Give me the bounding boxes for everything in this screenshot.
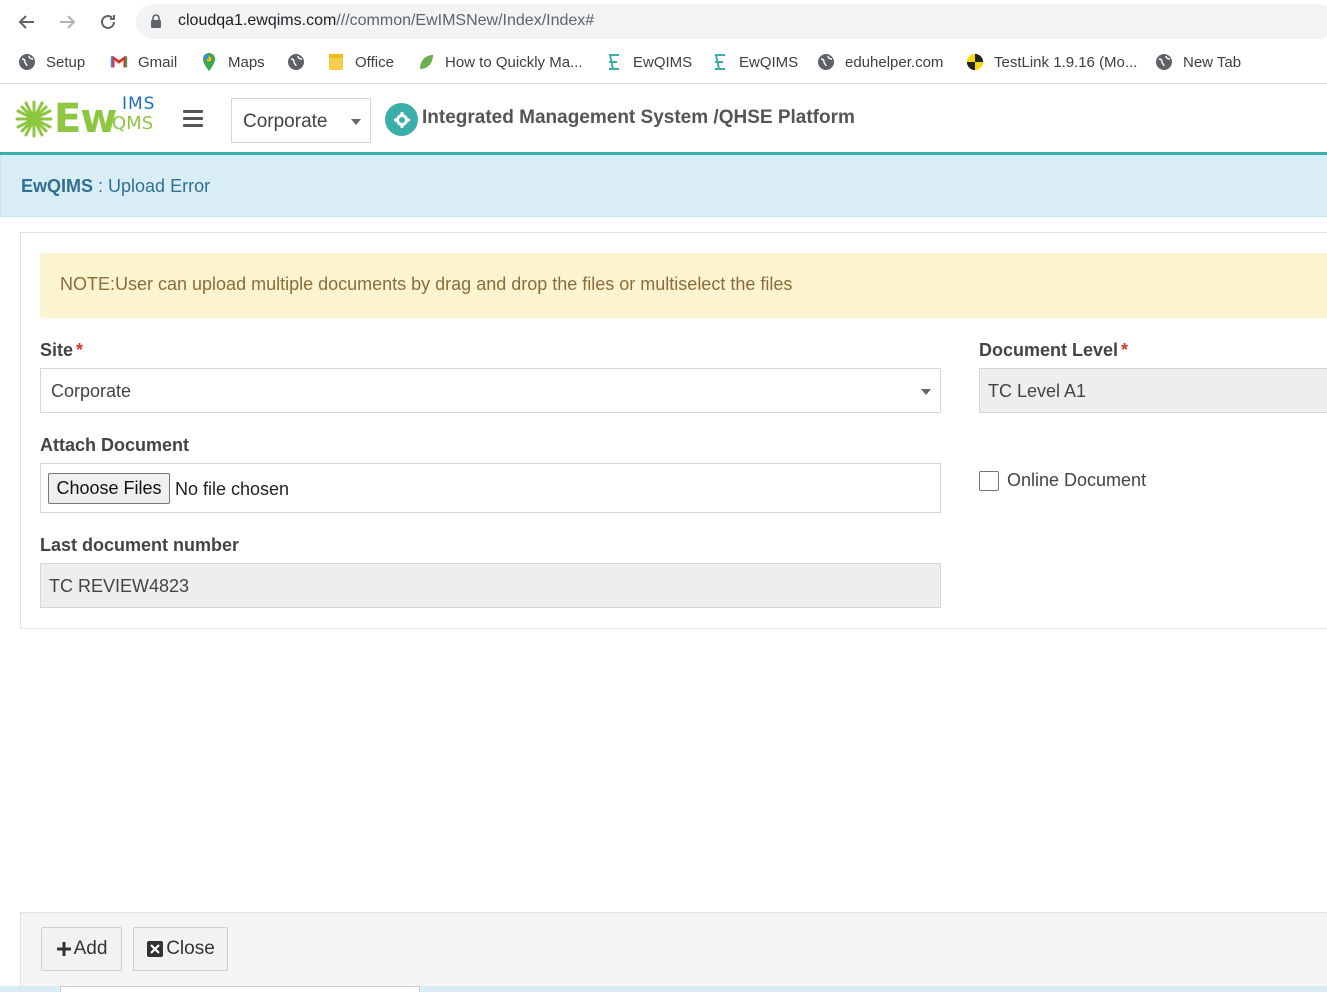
bookmark-label: EwQIMS	[633, 53, 693, 71]
forward-button[interactable]	[52, 7, 82, 37]
bookmarks-bar: Setup Gmail Maps Office How to Quickly M…	[0, 44, 1327, 80]
reload-button[interactable]	[93, 7, 123, 37]
header-site-value: Corporate	[243, 111, 328, 132]
arrow-left-icon	[18, 15, 34, 29]
online-document-label[interactable]: Online Document	[1007, 470, 1146, 491]
caret-down-icon	[921, 389, 931, 395]
logo-qms: QMS	[112, 113, 154, 134]
required-mark: *	[76, 340, 84, 360]
bookmark-office[interactable]: Office	[327, 51, 394, 73]
globe-icon	[817, 53, 835, 71]
back-button[interactable]	[12, 7, 42, 37]
close-button[interactable]: Close	[133, 927, 228, 971]
sunburst-icon	[15, 100, 53, 138]
maps-icon	[200, 53, 218, 71]
no-file-chosen-text: No file chosen	[175, 479, 290, 499]
leaf-icon	[417, 53, 435, 71]
note-text: NOTE:User can upload multiple documents …	[60, 274, 793, 294]
bookmark-how-to[interactable]: How to Quickly Ma...	[417, 51, 583, 73]
bookmark-gmail[interactable]: Gmail	[110, 51, 177, 73]
ewqims-logo[interactable]: Ew IMS QMS	[14, 94, 164, 142]
gear-icon	[385, 103, 418, 136]
reload-icon	[101, 14, 115, 29]
bookmark-label: Office	[355, 53, 394, 71]
bookmark-label: TestLink 1.9.16 (Mo...	[994, 53, 1138, 71]
bookmark-label: New Tab	[1183, 53, 1242, 71]
add-button-label: Add	[73, 938, 108, 959]
page-title-bar: EwQIMS : Upload Error	[0, 155, 1327, 217]
bookmark-label: Maps	[228, 53, 265, 71]
bookmark-globe[interactable]	[287, 51, 315, 73]
site-label-text: Site	[40, 340, 74, 360]
page-title: EwQIMS : Upload Error	[21, 176, 210, 197]
close-square-icon	[147, 941, 164, 957]
globe-icon	[18, 53, 36, 71]
caret-down-icon	[351, 119, 361, 125]
gmail-icon	[110, 53, 128, 71]
logo-text: Ew	[54, 96, 117, 142]
platform-title: Integrated Management System /QHSE Platf…	[422, 107, 855, 128]
document-level-field[interactable]: TC Level A1	[979, 368, 1327, 413]
bookmark-label: Setup	[46, 53, 86, 71]
url-path: ///common/EwIMSNew/Index/Index#	[336, 12, 595, 29]
bookmark-setup[interactable]: Setup	[18, 51, 85, 73]
add-button[interactable]: Add	[41, 927, 122, 971]
close-button-label: Close	[166, 938, 215, 959]
folder-icon	[327, 53, 345, 71]
menu-toggle-button[interactable]	[183, 110, 203, 128]
address-bar[interactable]: cloudqa1.ewqims.com///common/EwIMSNew/In…	[136, 4, 1327, 39]
bookmark-eduhelper[interactable]: eduhelper.com	[817, 51, 943, 73]
bookmark-ewqims-1[interactable]: EwQIMS	[605, 51, 692, 73]
site-value: Corporate	[51, 381, 132, 401]
last-document-number-field: TC REVIEW4823	[40, 563, 941, 608]
browser-toolbar: cloudqa1.ewqims.com///common/EwIMSNew/In…	[0, 0, 1327, 84]
document-level-label-text: Document Level	[979, 340, 1119, 360]
ewqims-icon	[605, 53, 623, 71]
url-text: cloudqa1.ewqims.com///common/EwIMSNew/In…	[178, 12, 594, 30]
bookmark-new-tab[interactable]: New Tab	[1155, 51, 1241, 73]
choose-files-button[interactable]: Choose Files	[48, 473, 170, 504]
globe-icon	[1155, 53, 1173, 71]
last-document-number-value: TC REVIEW4823	[49, 576, 190, 596]
bookmark-testlink[interactable]: TestLink 1.9.16 (Mo...	[966, 51, 1137, 73]
header-site-select[interactable]: Corporate	[231, 98, 371, 143]
bookmark-label: How to Quickly Ma...	[445, 53, 583, 71]
online-document-checkbox[interactable]	[979, 471, 999, 491]
page-title-separator: :	[93, 176, 109, 196]
site-select[interactable]: Corporate	[40, 368, 941, 413]
globe-icon	[287, 53, 305, 71]
attach-document-label: Attach Document	[40, 435, 190, 455]
bookmark-maps[interactable]: Maps	[200, 51, 265, 73]
url-host: cloudqa1.ewqims.com	[178, 12, 337, 29]
bookmark-label: Gmail	[138, 53, 178, 71]
lock-icon	[151, 14, 161, 28]
site-label: Site *	[40, 340, 83, 361]
bookmark-label: eduhelper.com	[845, 53, 944, 71]
last-document-number-label: Last document number	[40, 535, 240, 555]
ewqims-icon	[711, 53, 729, 71]
page-title-app: EwQIMS	[21, 176, 94, 196]
plus-icon	[56, 942, 71, 956]
logo-ims: IMS	[122, 94, 156, 114]
note-alert: NOTE:User can upload multiple documents …	[40, 253, 1327, 318]
arrow-right-icon	[60, 15, 76, 29]
required-mark: *	[1121, 340, 1129, 360]
document-level-label: Document Level *	[979, 340, 1128, 361]
attach-document-field[interactable]: Choose Files No file chosen	[40, 463, 941, 513]
document-level-value: TC Level A1	[988, 381, 1087, 401]
bottom-tab	[60, 986, 420, 992]
page-title-page: Upload Error	[108, 176, 211, 196]
testlink-icon	[966, 53, 984, 71]
bookmark-ewqims-2[interactable]: EwQIMS	[711, 51, 798, 73]
bookmark-label: EwQIMS	[739, 53, 799, 71]
